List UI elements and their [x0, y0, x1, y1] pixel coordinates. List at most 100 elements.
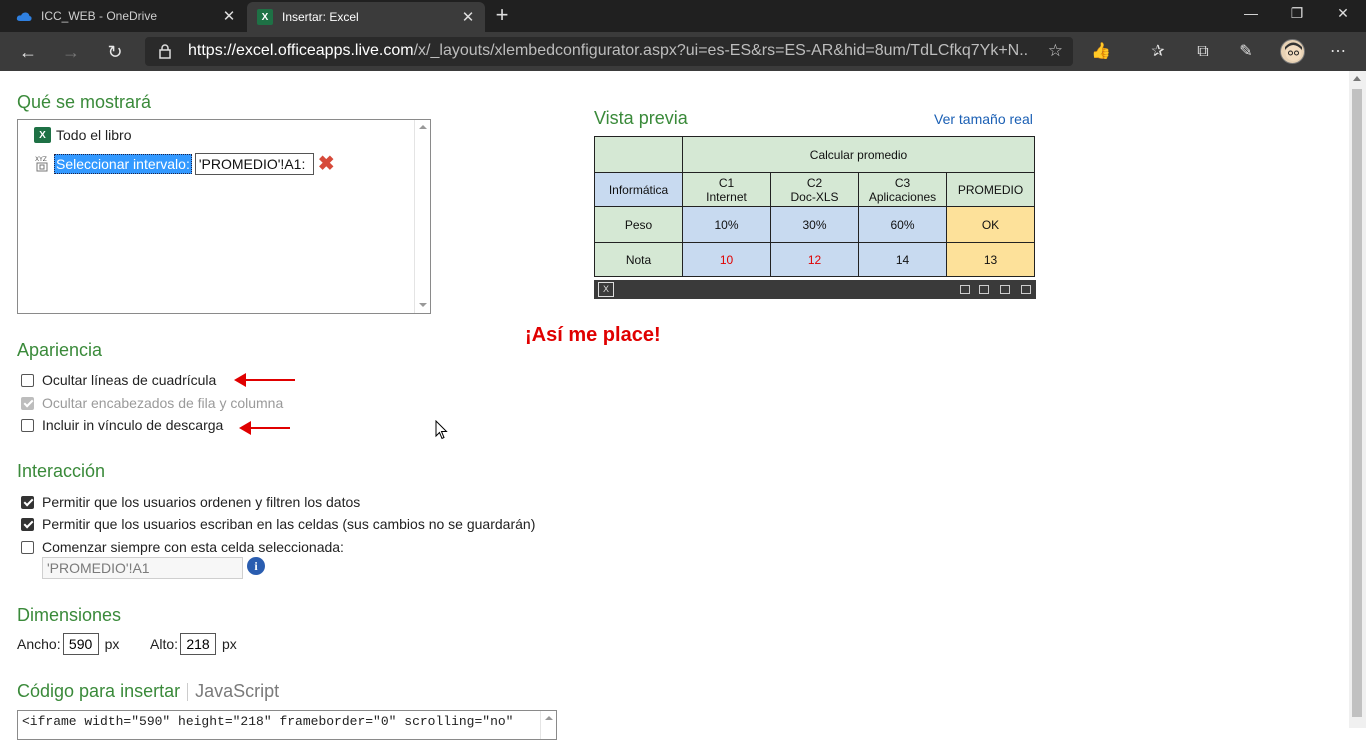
download-icon[interactable] [979, 285, 989, 294]
excel-icon: X [34, 127, 51, 143]
address-bar[interactable]: https://excel.officeapps.live.com/x/_lay… [145, 37, 1073, 66]
table-cell: 13 [946, 242, 1035, 277]
favorite-star-icon[interactable]: ☆ [1048, 41, 1063, 61]
url-path: /x/_layouts/xlembedconfigurator.aspx?ui=… [413, 42, 1028, 59]
column-header: PROMEDIO [946, 172, 1035, 207]
restore-button[interactable]: ❐ [1274, 0, 1320, 28]
scroll-down-icon[interactable] [419, 303, 427, 307]
row-header: Informática [594, 172, 683, 207]
whole-book-option[interactable]: X Todo el libro [34, 127, 132, 143]
include-download-link-option[interactable]: Incluir in vínculo de descarga [21, 417, 223, 433]
close-tab-icon[interactable]: ✕ [461, 8, 475, 26]
scroll-up-icon[interactable] [1353, 76, 1361, 81]
allow-sort-filter-checkbox[interactable] [21, 495, 34, 509]
code-heading: Código para insertar [17, 681, 181, 701]
include-download-link-checkbox[interactable] [21, 418, 34, 432]
url-host: https://excel.officeapps.live.com [188, 42, 414, 59]
embed-code-text: <iframe width="590" height="218" framebo… [22, 714, 514, 729]
table-cell: 14 [858, 242, 947, 277]
column-header-text: C1 Internet [706, 175, 747, 204]
tab-label: ICC_WEB - OneDrive [41, 9, 158, 23]
open-icon[interactable] [960, 285, 970, 294]
column-header-text: C3 Aplicaciones [868, 175, 937, 204]
range-input[interactable] [194, 152, 314, 175]
interaction-heading: Interacción [17, 461, 106, 481]
info-view-icon[interactable] [1000, 285, 1010, 294]
start-cell-checkbox[interactable] [21, 540, 34, 554]
allow-sort-filter-option[interactable]: Permitir que los usuarios ordenen y filt… [21, 494, 360, 510]
hide-headers-option: Ocultar encabezados de fila y columna [21, 395, 283, 411]
mouse-cursor-icon [435, 420, 448, 440]
close-tab-icon[interactable]: ✕ [222, 7, 236, 25]
hide-gridlines-option[interactable]: Ocultar líneas de cuadrícula [21, 372, 216, 388]
row-label: Peso [594, 206, 683, 243]
table-cell: 10% [682, 206, 771, 243]
profile-avatar[interactable] [1280, 39, 1305, 64]
include-download-link-label: Incluir in vínculo de descarga [42, 417, 224, 433]
allow-typing-checkbox[interactable] [21, 517, 34, 531]
table-cell: 10 [682, 242, 771, 277]
display-options-box: X Todo el libro XYZ Seleccionar interval… [17, 119, 431, 314]
allow-typing-label: Permitir que los usuarios escriban en la… [42, 516, 536, 532]
hide-gridlines-checkbox[interactable] [21, 373, 34, 387]
tab-onedrive[interactable]: ICC_WEB - OneDrive ✕ [6, 0, 246, 32]
forward-button[interactable]: → [57, 38, 85, 66]
column-header-text: C2 Doc-XLS [790, 175, 839, 204]
select-range-option[interactable]: XYZ Seleccionar intervalo: ✖ [34, 151, 335, 176]
hide-headers-label: Ocultar encabezados de fila y columna [42, 395, 284, 411]
lock-icon [159, 44, 171, 59]
tab-insertar-excel[interactable]: X Insertar: Excel ✕ [247, 2, 485, 32]
table-cell: 30% [770, 206, 859, 243]
preview-footer-bar: X [594, 280, 1036, 299]
new-tab-button[interactable]: + [492, 4, 512, 28]
width-row: Ancho: px [17, 633, 119, 655]
start-cell-label: Comenzar siempre con esta celda seleccio… [42, 539, 344, 555]
column-header: C3 Aplicaciones [858, 172, 947, 207]
minimize-button[interactable]: — [1228, 0, 1274, 28]
collections-icon[interactable]: ⧉ [1192, 41, 1214, 63]
display-heading: Qué se mostrará [17, 92, 152, 112]
preview-table: Calcular promedio Informática C1 Interne… [594, 136, 1035, 277]
allow-typing-option[interactable]: Permitir que los usuarios escriban en la… [21, 516, 535, 532]
page-scrollbar[interactable] [1349, 71, 1366, 728]
info-icon[interactable]: i [247, 557, 265, 575]
range-icon: XYZ [35, 156, 48, 171]
scroll-up-icon[interactable] [419, 125, 427, 129]
fullscreen-icon[interactable] [1021, 285, 1031, 294]
height-unit: px [222, 636, 237, 652]
height-input[interactable] [180, 633, 217, 655]
javascript-link[interactable]: JavaScript [195, 681, 279, 702]
scroll-up-icon[interactable] [545, 716, 553, 720]
embed-code-textarea[interactable]: <iframe width="590" height="218" framebo… [17, 710, 557, 740]
scroll-thumb[interactable] [1352, 89, 1362, 717]
favorites-icon[interactable]: ✰ [1147, 41, 1169, 63]
select-range-label[interactable]: Seleccionar intervalo: [54, 153, 192, 174]
column-header: C1 Internet [682, 172, 771, 207]
table-cell: OK [946, 206, 1035, 243]
more-options-icon[interactable]: ⋯ [1327, 41, 1349, 63]
table-title: Calcular promedio [682, 136, 1035, 173]
code-scrollbar[interactable] [540, 711, 556, 739]
full-size-link[interactable]: Ver tamaño real [934, 111, 1033, 127]
height-row: Alto: px [150, 633, 237, 655]
table-row: Nota 10 12 14 13 [594, 242, 1035, 277]
code-heading-row: Código para insertar JavaScript [17, 681, 279, 702]
width-input[interactable] [62, 633, 99, 655]
thumbs-up-icon[interactable]: 👍 [1090, 41, 1112, 63]
clear-range-icon[interactable]: ✖ [318, 151, 335, 176]
excel-icon: X [257, 9, 273, 25]
feedback-icon[interactable]: ✎ [1235, 41, 1257, 63]
start-cell-option[interactable]: Comenzar siempre con esta celda seleccio… [21, 539, 344, 555]
hide-headers-checkbox [21, 396, 34, 410]
url-text: https://excel.officeapps.live.com/x/_lay… [188, 42, 1028, 60]
back-button[interactable]: ← [14, 38, 42, 66]
close-window-button[interactable]: ✕ [1320, 0, 1366, 28]
whole-book-label: Todo el libro [56, 127, 132, 143]
allow-sort-filter-label: Permitir que los usuarios ordenen y filt… [42, 494, 361, 510]
svg-text:XYZ: XYZ [35, 156, 47, 163]
display-box-scrollbar[interactable] [414, 120, 430, 313]
refresh-button[interactable]: ↻ [101, 38, 129, 66]
onedrive-icon [16, 11, 32, 21]
start-cell-input [42, 557, 243, 579]
width-unit: px [104, 636, 120, 652]
